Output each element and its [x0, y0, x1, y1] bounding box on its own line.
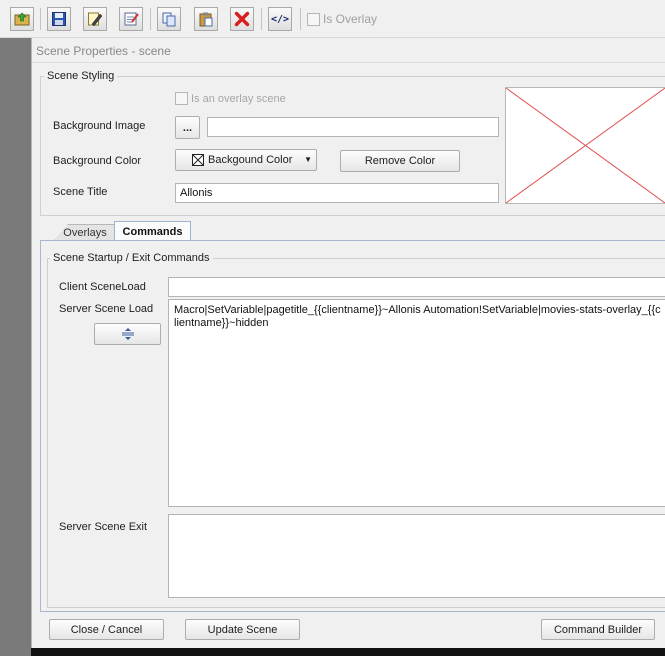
expand-collapse-icon: [121, 328, 134, 340]
background-color-dropdown[interactable]: Backgound Color ▼: [175, 149, 317, 171]
update-scene-button[interactable]: Update Scene: [185, 619, 300, 640]
tab-overlays[interactable]: Overlays: [54, 224, 116, 240]
overlay-scene-checkbox[interactable]: [175, 92, 188, 105]
background-image-label: Background Image: [53, 120, 146, 132]
server-scene-load-label: Server Scene Load: [59, 303, 154, 315]
export-icon: [14, 12, 30, 26]
scene-title-field[interactable]: Allonis: [175, 183, 499, 203]
is-overlay-checkbox[interactable]: [307, 12, 320, 26]
main-toolbar: </> Is Overlay: [0, 0, 665, 38]
red-x-icon: [234, 11, 250, 27]
server-scene-load-field[interactable]: Macro|SetVariable|pagetitle_{{clientname…: [168, 299, 665, 507]
copy-button[interactable]: [157, 7, 181, 31]
background-preview: [505, 87, 665, 204]
overlay-scene-toggle[interactable]: Is an overlay scene: [175, 92, 286, 105]
empty-image-icon: [505, 87, 665, 204]
overlay-scene-label: Is an overlay scene: [191, 92, 286, 105]
delete-button[interactable]: [230, 7, 254, 31]
scene-styling-legend: Scene Styling: [44, 70, 118, 82]
server-scene-exit-field[interactable]: [168, 514, 665, 598]
command-builder-button[interactable]: Command Builder: [541, 619, 655, 640]
edit-scene-button[interactable]: [83, 7, 107, 31]
scene-properties-button[interactable]: [119, 7, 143, 31]
background-color-label: Background Color: [53, 155, 142, 167]
tab-commands[interactable]: Commands: [114, 221, 191, 241]
notepad-icon: [124, 12, 139, 26]
scene-properties-dialog: Scene Properties - scene Scene Styling I…: [31, 38, 665, 648]
commands-panel: Scene Startup / Exit Commands Client Sce…: [40, 241, 665, 612]
is-overlay-label: Is Overlay: [323, 12, 378, 26]
no-color-swatch-icon: [192, 154, 204, 166]
floppy-disk-icon: [52, 12, 66, 26]
copy-icon: [162, 12, 176, 27]
server-scene-exit-label: Server Scene Exit: [59, 521, 148, 533]
startup-commands-legend: Scene Startup / Exit Commands: [50, 252, 213, 264]
close-cancel-button[interactable]: Close / Cancel: [49, 619, 164, 640]
export-scene-button[interactable]: [10, 7, 34, 31]
client-scene-load-label: Client SceneLoad: [59, 281, 146, 293]
source-code-button[interactable]: </>: [268, 7, 292, 31]
dialog-title: Scene Properties - scene: [36, 44, 171, 58]
save-button[interactable]: [47, 7, 71, 31]
paste-button[interactable]: [194, 7, 218, 31]
is-overlay-toggle[interactable]: Is Overlay: [307, 12, 377, 26]
client-scene-load-field[interactable]: [168, 277, 665, 297]
browse-image-button[interactable]: ...: [175, 116, 200, 139]
background-color-dropdown-label: Backgound Color: [208, 154, 293, 166]
remove-color-button[interactable]: Remove Color: [340, 150, 460, 172]
window-bottom-edge: [31, 648, 665, 656]
code-tag-icon: </>: [270, 13, 290, 25]
background-strip: [0, 38, 31, 656]
background-image-field[interactable]: [207, 117, 499, 137]
chevron-down-icon: ▼: [304, 155, 312, 164]
pencil-icon: [88, 12, 103, 27]
clipboard-icon: [199, 12, 213, 27]
expand-editor-button[interactable]: [94, 323, 161, 345]
scene-title-label: Scene Title: [53, 186, 108, 198]
